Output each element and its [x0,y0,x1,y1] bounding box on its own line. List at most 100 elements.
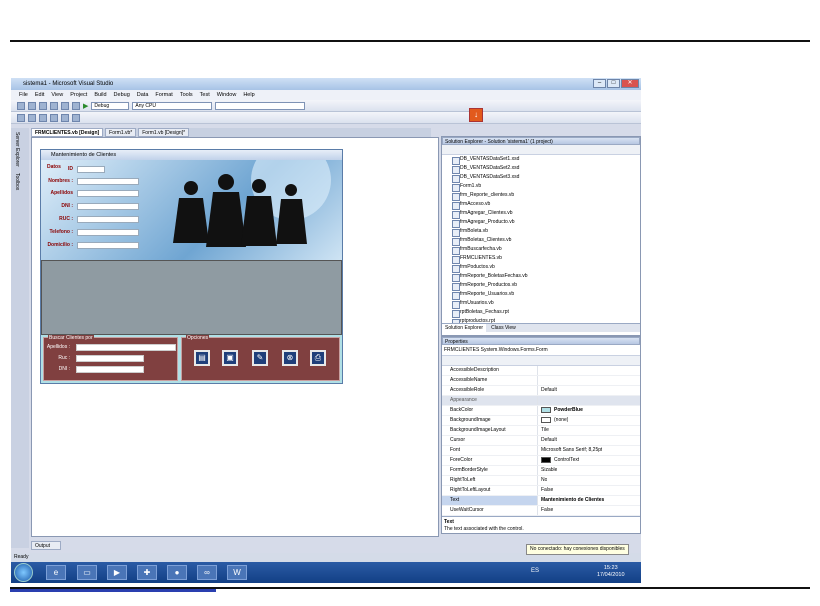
solution-item[interactable]: rptproductos.rpt [442,317,640,323]
media-player-icon[interactable]: ▶ [107,565,127,580]
solution-item[interactable]: DB_VENTASDataSet3.xsd [442,173,640,183]
property-row[interactable]: RightToLeft No [442,476,640,486]
visual-studio-icon[interactable]: ∞ [197,565,217,580]
tab-solution-explorer[interactable]: Solution Explorer [442,324,487,332]
buscar-input[interactable] [76,344,176,351]
output-tab[interactable]: Output [31,541,61,550]
edit-icon[interactable]: ✎ [252,350,268,366]
property-value[interactable]: Sizable [538,466,557,475]
menu-format[interactable]: Format [155,90,172,100]
solution-item[interactable]: frmPoductos.vb [442,263,640,273]
start-orb-icon[interactable] [14,563,33,582]
config-select[interactable]: Debug [91,101,130,110]
tab-frmclientes-design[interactable]: FRMCLIENTES.vb [Design] [31,128,104,137]
firefox-icon[interactable]: ● [167,565,187,580]
menu-tools[interactable]: Tools [180,90,193,100]
maximize-button[interactable]: □ [607,79,620,88]
find-combo[interactable] [215,101,306,110]
menu-build[interactable]: Build [94,90,106,100]
solution-item[interactable]: frm_Reporte_clientes.vb [442,191,640,201]
property-row[interactable]: Text Mantenimiento de Clientes [442,496,640,506]
property-value[interactable]: Default [538,386,557,395]
property-row[interactable]: ForeColor ControlText [442,456,640,466]
property-row[interactable]: FormBorderStyle Sizable [442,466,640,476]
platform-select[interactable]: Any CPU [132,101,213,110]
field-input[interactable] [77,166,105,173]
solution-item[interactable]: Form1.vb [442,182,640,192]
solution-item[interactable]: frmBuscarfecha.vb [442,245,640,255]
property-row[interactable]: Appearance [442,396,640,406]
folder-icon[interactable]: ▭ [77,565,97,580]
solution-item[interactable]: frmReporte_BoletasFechas.vb [442,272,640,282]
menu-window[interactable]: Window [217,90,237,100]
field-input[interactable] [77,216,139,223]
tab-form1-design[interactable]: Form1.vb [Design]* [138,128,190,137]
solution-item[interactable]: frmReporte_Usuarios.vb [442,290,640,300]
menu-view[interactable]: View [51,90,63,100]
align-center-icon[interactable] [28,113,36,122]
property-value[interactable]: False [538,486,553,495]
align-left-icon[interactable] [17,113,25,122]
solution-item[interactable]: FRMCLIENTES.vb [442,254,640,264]
minimize-button[interactable]: – [593,79,606,88]
property-row[interactable]: BackColor PowderBlue [442,406,640,416]
property-value[interactable]: False [538,506,553,515]
solution-item[interactable]: frmUsuarios.vb [442,299,640,309]
menu-debug[interactable]: Debug [114,90,130,100]
word-icon[interactable]: W [227,565,247,580]
field-input[interactable] [77,229,139,236]
buscar-input[interactable] [76,366,144,373]
property-value[interactable]: Microsoft Sans Serif; 8,25pt [538,446,602,455]
tab-class-view[interactable]: Class View [488,324,519,332]
menu-test[interactable]: Test [200,90,210,100]
new-project-icon[interactable] [17,101,25,110]
save-icon[interactable] [39,101,47,110]
redo-icon[interactable] [72,101,80,110]
data-grid[interactable] [41,260,342,335]
property-row[interactable]: BackgroundImage (none) [442,416,640,426]
property-row[interactable]: AccessibleRole Default [442,386,640,396]
solution-item[interactable]: frmReporte_Productos.vb [442,281,640,291]
undo-icon[interactable] [61,101,69,110]
open-icon[interactable] [28,101,36,110]
solution-item[interactable]: DB_VENTASDataSet2.xsd [442,164,640,174]
close-button[interactable]: ✕ [621,79,639,88]
menu-data[interactable]: Data [137,90,149,100]
tab-form1-code[interactable]: Form1.vb* [105,128,137,137]
property-row[interactable]: AccessibleName [442,376,640,386]
buscar-input[interactable] [76,355,144,362]
property-row[interactable]: RightToLeftLayout False [442,486,640,496]
field-input[interactable] [77,203,139,210]
property-value[interactable]: (none) [538,416,568,425]
toolbox-tab[interactable]: Toolbox [11,171,23,192]
property-value[interactable]: Default [538,436,557,445]
property-value[interactable] [538,396,541,405]
solution-item[interactable]: frmAcceso.vb [442,200,640,210]
new-icon[interactable]: ▤ [194,350,210,366]
make-same-size-icon[interactable] [61,113,69,122]
menu-project[interactable]: Project [70,90,87,100]
language-indicator[interactable]: ES [531,568,539,574]
property-value[interactable] [538,366,541,375]
save-icon[interactable]: ▣ [222,350,238,366]
properties-object-select[interactable]: FRMCLIENTES System.Windows.Forms.Form [442,345,640,356]
property-value[interactable]: Mantenimiento de Clientes [538,496,604,505]
solution-item[interactable]: frmBoletas_Clientes.vb [442,236,640,246]
spacing-icon[interactable] [72,113,80,122]
form-clientes[interactable]: Mantenimiento de Clientes Datos ID Nombre… [40,140,343,384]
property-row[interactable]: UseWaitCursor False [442,506,640,516]
delete-icon[interactable]: ⊗ [282,350,298,366]
solution-item[interactable]: rptBoletas_Fechas.rpt [442,308,640,318]
property-value[interactable]: Tile [538,426,549,435]
property-value[interactable]: ControlText [538,456,579,465]
property-value[interactable]: No [538,476,547,485]
field-input[interactable] [77,242,139,249]
field-input[interactable] [77,178,139,185]
solution-item[interactable]: frmAgregar_Producto.vb [442,218,640,228]
field-input[interactable] [77,190,139,197]
ie-icon[interactable]: e [46,565,66,580]
solution-item[interactable]: frmBoleta.vb [442,227,640,237]
align-top-icon[interactable] [50,113,58,122]
menu-file[interactable]: File [19,90,28,100]
property-row[interactable]: Cursor Default [442,436,640,446]
